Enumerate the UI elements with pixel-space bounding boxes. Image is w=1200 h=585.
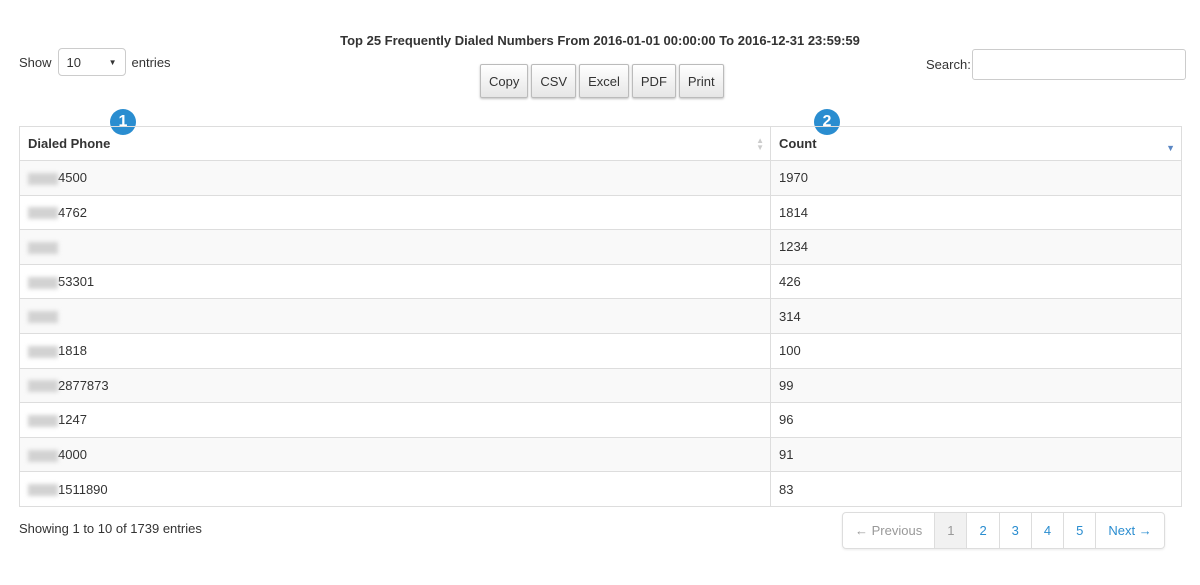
phone-suffix: 4762 [58, 204, 87, 220]
next-button[interactable]: Next → [1095, 513, 1163, 548]
count-cell: 1814 [770, 194, 1182, 231]
page-5-button[interactable]: 5 [1063, 513, 1095, 548]
redacted-prefix [28, 276, 58, 289]
redacted-prefix [28, 242, 58, 255]
redacted-prefix [28, 484, 58, 497]
column-header-dialed-phone[interactable]: Dialed Phone ▲ ▼ [19, 126, 771, 161]
dialed-phone-cell [19, 298, 771, 334]
page-2-button[interactable]: 2 [966, 513, 998, 548]
redacted-prefix [28, 345, 58, 358]
pdf-button[interactable]: PDF [631, 64, 676, 98]
column-label: Dialed Phone [28, 136, 111, 151]
phone-suffix: 4000 [58, 447, 87, 463]
copy-button[interactable]: Copy [480, 64, 529, 98]
page-length-control: Show 10 ▼ entries [19, 48, 171, 76]
table-row: 1247 96 [19, 402, 1182, 438]
dialed-phone-cell: 1511890 [19, 471, 771, 507]
count-cell: 91 [770, 436, 1182, 473]
pagination: ← Previous 1 2 3 4 5 Next → [842, 512, 1165, 549]
show-label: Show [19, 54, 52, 70]
redacted-prefix [28, 207, 58, 220]
dialed-phone-cell: 4762 [19, 194, 771, 231]
sort-desc-icon: ▼ [1166, 143, 1175, 153]
table-info: Showing 1 to 10 of 1739 entries [19, 521, 202, 536]
count-cell: 83 [770, 471, 1182, 507]
sort-both-icon: ▲ ▼ [756, 136, 764, 152]
table-row: 314 [19, 298, 1182, 334]
phone-suffix: 1511890 [58, 481, 108, 497]
table-row: 1511890 83 [19, 471, 1182, 507]
count-cell: 100 [770, 332, 1182, 369]
chevron-down-icon: ▼ [108, 57, 117, 67]
search-label: Search: [926, 57, 971, 72]
page-1-button[interactable]: 1 [934, 513, 967, 548]
dialed-phone-cell: 1818 [19, 332, 771, 369]
redacted-prefix [28, 311, 58, 324]
page-length-value: 10 [66, 54, 81, 70]
phone-suffix: 53301 [58, 274, 95, 290]
table-row: 1234 [19, 229, 1182, 265]
redacted-prefix [28, 380, 58, 393]
redacted-prefix [28, 415, 58, 428]
print-button[interactable]: Print [678, 64, 724, 98]
phone-suffix: 1247 [58, 412, 87, 428]
phone-suffix: 2877873 [58, 377, 109, 393]
page-4-button[interactable]: 4 [1030, 513, 1063, 548]
table-row: 2877873 99 [19, 367, 1182, 404]
entries-label: entries [131, 54, 171, 70]
dialed-phone-cell: 1247 [19, 402, 771, 438]
column-label: Count [779, 136, 817, 151]
table-row: 53301 426 [19, 263, 1182, 300]
export-buttons: Copy CSV Excel PDF Print [480, 64, 724, 98]
redacted-prefix [28, 172, 58, 185]
dialed-phone-cell: 2877873 [19, 367, 771, 404]
dialed-numbers-table: Dialed Phone ▲ ▼ Count ▼ 4500 1970 4762 1814 12… [19, 126, 1182, 507]
search-control: Search: [926, 49, 1186, 80]
table-row: 4500 1970 [19, 160, 1182, 196]
count-cell: 99 [770, 367, 1182, 404]
table-row: 4000 91 [19, 436, 1182, 473]
column-header-count[interactable]: Count ▼ [770, 126, 1182, 161]
count-cell: 426 [770, 263, 1182, 300]
search-input[interactable] [971, 49, 1186, 80]
page-length-select[interactable]: 10 ▼ [57, 48, 126, 76]
count-cell: 1234 [770, 229, 1182, 265]
count-cell: 96 [770, 402, 1182, 438]
report-title: Top 25 Frequently Dialed Numbers From 20… [340, 33, 860, 48]
page-3-button[interactable]: 3 [998, 513, 1031, 548]
phone-suffix: 1818 [58, 343, 87, 359]
phone-suffix: 4500 [58, 170, 87, 186]
dialed-phone-cell: 4000 [19, 436, 771, 473]
table-row: 4762 1814 [19, 194, 1182, 231]
table-row: 1818 100 [19, 332, 1182, 369]
previous-button[interactable]: ← Previous [843, 513, 934, 548]
excel-button[interactable]: Excel [579, 64, 629, 98]
count-cell: 314 [770, 298, 1182, 334]
dialed-phone-cell [19, 229, 771, 265]
dialed-phone-cell: 53301 [19, 263, 771, 300]
csv-button[interactable]: CSV [531, 64, 577, 98]
count-cell: 1970 [770, 160, 1182, 196]
dialed-phone-cell: 4500 [19, 160, 771, 196]
redacted-prefix [28, 449, 58, 462]
